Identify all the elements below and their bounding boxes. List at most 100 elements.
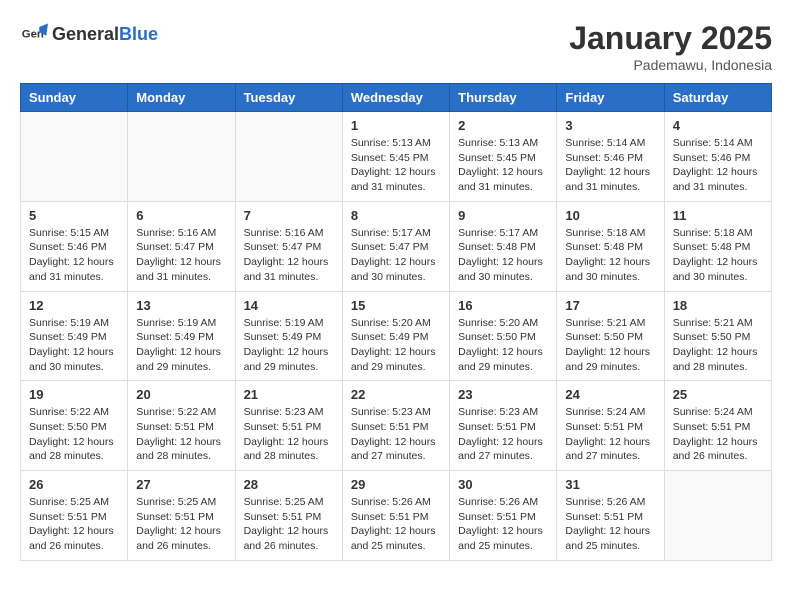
calendar-cell: 8 Sunrise: 5:17 AMSunset: 5:47 PMDaylight… <box>342 201 449 291</box>
calendar-cell: 7 Sunrise: 5:16 AMSunset: 5:47 PMDaylight… <box>235 201 342 291</box>
day-info: Sunrise: 5:24 AMSunset: 5:51 PMDaylight:… <box>565 405 655 464</box>
day-number: 17 <box>565 298 655 313</box>
calendar-cell: 26Sunrise: 5:25 AMSunset: 5:51 PMDayligh… <box>21 471 128 561</box>
day-number: 9 <box>458 208 548 223</box>
day-number: 20 <box>136 387 226 402</box>
day-number: 13 <box>136 298 226 313</box>
location: Pademawu, Indonesia <box>569 57 772 73</box>
calendar-cell: 30 Sunrise: 5:26 AMSunset: 5:51 PMDayligh… <box>450 471 557 561</box>
day-info: Sunrise: 5:25 AMSunset: 5:51 PMDaylight:… <box>244 495 334 554</box>
day-number: 4 <box>673 118 763 133</box>
calendar-cell: 29 Sunrise: 5:26 AMSunset: 5:51 PMDayligh… <box>342 471 449 561</box>
day-info: Sunrise: 5:24 AMSunset: 5:51 PMDaylight:… <box>673 405 763 464</box>
day-number: 27 <box>136 477 226 492</box>
day-info: Sunrise: 5:15 AMSunset: 5:46 PMDaylight:… <box>29 226 119 285</box>
day-info: Sunrise: 5:14 AMSunset: 5:46 PMDaylight:… <box>673 136 763 195</box>
title-block: January 2025 Pademawu, Indonesia <box>569 20 772 73</box>
calendar-cell <box>21 112 128 202</box>
calendar-cell: 31 Sunrise: 5:26 AMSunset: 5:51 PMDayligh… <box>557 471 664 561</box>
logo-general: General <box>52 24 119 45</box>
weekday-header: Tuesday <box>235 84 342 112</box>
calendar-week-row: 26 Sunrise: 5:25 AMSunset: 5:51 PMDayligh… <box>21 471 772 561</box>
day-info: Sunrise: 5:23 AMSunset: 5:51 PMDaylight:… <box>244 405 334 464</box>
day-number: 31 <box>565 477 655 492</box>
calendar-cell: 10 Sunrise: 5:18 AMSunset: 5:48 PMDayligh… <box>557 201 664 291</box>
day-number: 10 <box>565 208 655 223</box>
calendar-cell: 5 Sunrise: 5:15 AMSunset: 5:46 PMDaylight… <box>21 201 128 291</box>
day-number: 23 <box>458 387 548 402</box>
day-number: 8 <box>351 208 441 223</box>
calendar-cell: 20Sunrise: 5:22 AMSunset: 5:51 PMDayligh… <box>128 381 235 471</box>
weekday-header: Sunday <box>21 84 128 112</box>
calendar-cell: 23Sunrise: 5:23 AMSunset: 5:51 PMDayligh… <box>450 381 557 471</box>
day-number: 6 <box>136 208 226 223</box>
day-info: Sunrise: 5:17 AMSunset: 5:47 PMDaylight:… <box>351 226 441 285</box>
page-header: Gen GeneralBlue January 2025 Pademawu, I… <box>20 20 772 73</box>
calendar-week-row: 19Sunrise: 5:22 AMSunset: 5:50 PMDayligh… <box>21 381 772 471</box>
day-number: 29 <box>351 477 441 492</box>
day-number: 19 <box>29 387 119 402</box>
calendar-cell: 1Sunrise: 5:13 AMSunset: 5:45 PMDaylight… <box>342 112 449 202</box>
logo-blue: Blue <box>119 24 158 45</box>
day-number: 11 <box>673 208 763 223</box>
day-number: 7 <box>244 208 334 223</box>
calendar-cell: 21 Sunrise: 5:23 AMSunset: 5:51 PMDayligh… <box>235 381 342 471</box>
calendar-week-row: 1 Sunrise: 5:13 AMSunset: 5:45 PMDaylight… <box>21 112 772 202</box>
day-number: 3 <box>565 118 655 133</box>
day-info: Sunrise: 5:17 AMSunset: 5:48 PMDaylight:… <box>458 226 548 285</box>
day-info: Sunrise: 5:18 AMSunset: 5:48 PMDaylight:… <box>565 226 655 285</box>
calendar-cell: 6 Sunrise: 5:16 AMSunset: 5:47 PMDaylight… <box>128 201 235 291</box>
day-number: 30 <box>458 477 548 492</box>
calendar-week-row: 5 Sunrise: 5:15 AMSunset: 5:46 PMDaylight… <box>21 201 772 291</box>
day-info: Sunrise: 5:26 AMSunset: 5:51 PMDaylight:… <box>351 495 441 554</box>
logo-icon: Gen <box>20 20 48 48</box>
day-number: 5 <box>29 208 119 223</box>
day-info: Sunrise: 5:23 AMSunset: 5:51 PMDaylight:… <box>351 405 441 464</box>
day-info: Sunrise: 5:21 AMSunset: 5:50 PMDaylight:… <box>565 316 655 375</box>
weekday-header: Thursday <box>450 84 557 112</box>
calendar-cell <box>128 112 235 202</box>
weekday-header: Saturday <box>664 84 771 112</box>
logo: Gen GeneralBlue <box>20 20 158 48</box>
calendar-cell: 9 Sunrise: 5:17 AMSunset: 5:48 PMDaylight… <box>450 201 557 291</box>
calendar-cell: 25 Sunrise: 5:24 AMSunset: 5:51 PMDayligh… <box>664 381 771 471</box>
calendar-cell: 17 Sunrise: 5:21 AMSunset: 5:50 PMDayligh… <box>557 291 664 381</box>
day-number: 15 <box>351 298 441 313</box>
day-number: 16 <box>458 298 548 313</box>
day-info: Sunrise: 5:16 AMSunset: 5:47 PMDaylight:… <box>136 226 226 285</box>
weekday-header: Monday <box>128 84 235 112</box>
calendar-cell: 28Sunrise: 5:25 AMSunset: 5:51 PMDayligh… <box>235 471 342 561</box>
calendar-cell: 16 Sunrise: 5:20 AMSunset: 5:50 PMDayligh… <box>450 291 557 381</box>
day-number: 1 <box>351 118 441 133</box>
calendar-cell: 3Sunrise: 5:14 AMSunset: 5:46 PMDaylight… <box>557 112 664 202</box>
calendar-cell: 12 Sunrise: 5:19 AMSunset: 5:49 PMDayligh… <box>21 291 128 381</box>
day-info: Sunrise: 5:19 AMSunset: 5:49 PMDaylight:… <box>29 316 119 375</box>
day-number: 18 <box>673 298 763 313</box>
day-number: 22 <box>351 387 441 402</box>
calendar-cell: 24 Sunrise: 5:24 AMSunset: 5:51 PMDayligh… <box>557 381 664 471</box>
calendar-week-row: 12 Sunrise: 5:19 AMSunset: 5:49 PMDayligh… <box>21 291 772 381</box>
calendar-header-row: SundayMondayTuesdayWednesdayThursdayFrid… <box>21 84 772 112</box>
day-info: Sunrise: 5:18 AMSunset: 5:48 PMDaylight:… <box>673 226 763 285</box>
day-number: 14 <box>244 298 334 313</box>
day-number: 25 <box>673 387 763 402</box>
day-info: Sunrise: 5:26 AMSunset: 5:51 PMDaylight:… <box>565 495 655 554</box>
calendar-cell: 11 Sunrise: 5:18 AMSunset: 5:48 PMDayligh… <box>664 201 771 291</box>
calendar-cell: 14Sunrise: 5:19 AMSunset: 5:49 PMDayligh… <box>235 291 342 381</box>
day-number: 26 <box>29 477 119 492</box>
day-number: 24 <box>565 387 655 402</box>
day-info: Sunrise: 5:19 AMSunset: 5:49 PMDaylight:… <box>136 316 226 375</box>
day-info: Sunrise: 5:20 AMSunset: 5:49 PMDaylight:… <box>351 316 441 375</box>
day-number: 12 <box>29 298 119 313</box>
calendar-cell: 4 Sunrise: 5:14 AMSunset: 5:46 PMDaylight… <box>664 112 771 202</box>
day-info: Sunrise: 5:20 AMSunset: 5:50 PMDaylight:… <box>458 316 548 375</box>
calendar-table: SundayMondayTuesdayWednesdayThursdayFrid… <box>20 83 772 561</box>
calendar-cell: 13 Sunrise: 5:19 AMSunset: 5:49 PMDayligh… <box>128 291 235 381</box>
day-info: Sunrise: 5:21 AMSunset: 5:50 PMDaylight:… <box>673 316 763 375</box>
day-number: 21 <box>244 387 334 402</box>
day-info: Sunrise: 5:26 AMSunset: 5:51 PMDaylight:… <box>458 495 548 554</box>
calendar-cell <box>664 471 771 561</box>
day-info: Sunrise: 5:13 AMSunset: 5:45 PMDaylight:… <box>458 136 548 195</box>
calendar-cell: 27Sunrise: 5:25 AMSunset: 5:51 PMDayligh… <box>128 471 235 561</box>
day-info: Sunrise: 5:16 AMSunset: 5:47 PMDaylight:… <box>244 226 334 285</box>
